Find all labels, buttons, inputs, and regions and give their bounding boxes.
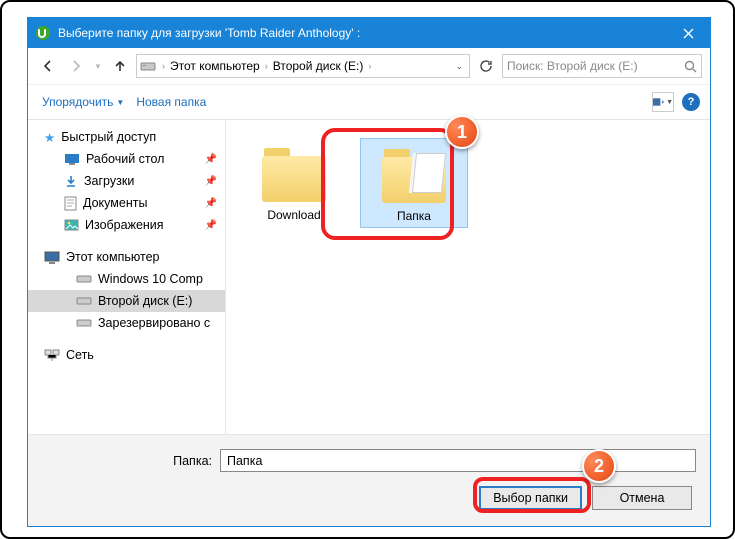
dialog-window: Выберите папку для загрузки 'Tomb Raider… bbox=[27, 17, 711, 527]
tree-documents[interactable]: Документы 📌 bbox=[28, 192, 225, 214]
chevron-right-icon: › bbox=[159, 61, 168, 71]
outer-frame: Выберите папку для загрузки 'Tomb Raider… bbox=[0, 0, 735, 539]
drive-icon bbox=[139, 57, 157, 75]
tree-quick-access[interactable]: ★ Быстрый доступ bbox=[28, 126, 225, 148]
content-pane[interactable]: Download Папка bbox=[226, 120, 710, 434]
pictures-icon bbox=[64, 219, 79, 231]
folder-label: Download bbox=[240, 206, 348, 226]
folder-item-papka[interactable]: Папка bbox=[360, 138, 468, 228]
organize-button[interactable]: Упорядочить ▼ bbox=[38, 93, 128, 111]
tree-win10[interactable]: Windows 10 Comp bbox=[28, 268, 225, 290]
help-button[interactable]: ? bbox=[682, 93, 700, 111]
folder-label: Папка bbox=[361, 207, 467, 227]
pin-icon: 📌 bbox=[205, 198, 217, 209]
tree-this-pc[interactable]: Этот компьютер bbox=[28, 246, 225, 268]
tree-desktop[interactable]: Рабочий стол 📌 bbox=[28, 148, 225, 170]
footer: Папка: Выбор папки Отмена bbox=[28, 434, 710, 526]
pin-icon: 📌 bbox=[205, 220, 217, 231]
drive-icon bbox=[76, 318, 92, 328]
view-options-button[interactable]: ▼ bbox=[652, 92, 674, 112]
titlebar: Выберите папку для загрузки 'Tomb Raider… bbox=[28, 18, 710, 48]
search-placeholder: Поиск: Второй диск (E:) bbox=[507, 59, 680, 73]
up-button[interactable] bbox=[108, 54, 132, 78]
new-folder-button[interactable]: Новая папка bbox=[132, 93, 210, 111]
utorrent-icon bbox=[35, 25, 51, 41]
breadcrumb[interactable]: › Этот компьютер › Второй диск (E:) › ⌄ bbox=[136, 54, 470, 78]
download-icon bbox=[64, 174, 78, 188]
search-input[interactable]: Поиск: Второй диск (E:) bbox=[502, 54, 702, 78]
recent-dropdown[interactable]: ▼ bbox=[92, 54, 104, 78]
nav-tree: ★ Быстрый доступ Рабочий стол 📌 Загрузки… bbox=[28, 120, 226, 434]
chevron-down-icon: ▼ bbox=[116, 98, 124, 107]
back-button[interactable] bbox=[36, 54, 60, 78]
body: ★ Быстрый доступ Рабочий стол 📌 Загрузки… bbox=[28, 120, 710, 434]
close-button[interactable] bbox=[666, 18, 710, 48]
drive-icon bbox=[76, 296, 92, 306]
tree-reserved[interactable]: Зарезервировано с bbox=[28, 312, 225, 334]
folder-icon bbox=[258, 144, 330, 202]
desktop-icon bbox=[64, 153, 80, 165]
chevron-right-icon: › bbox=[262, 61, 271, 71]
network-icon bbox=[44, 349, 60, 362]
folder-item-download[interactable]: Download bbox=[240, 138, 348, 226]
refresh-button[interactable] bbox=[474, 54, 498, 78]
folder-open-icon bbox=[378, 145, 450, 203]
tree-pictures[interactable]: Изображения 📌 bbox=[28, 214, 225, 236]
tree-network[interactable]: Сеть bbox=[28, 344, 225, 366]
star-icon: ★ bbox=[44, 130, 55, 145]
folder-field-label: Папка: bbox=[42, 454, 212, 468]
toolbar: Упорядочить ▼ Новая папка ▼ ? bbox=[28, 84, 710, 120]
window-title: Выберите папку для загрузки 'Tomb Raider… bbox=[58, 26, 666, 40]
forward-button[interactable] bbox=[64, 54, 88, 78]
breadcrumb-root[interactable]: Этот компьютер bbox=[170, 59, 260, 73]
pin-icon: 📌 bbox=[205, 176, 217, 187]
pc-icon bbox=[44, 251, 60, 264]
nav-row: ▼ › Этот компьютер › Второй диск (E:) › … bbox=[28, 48, 710, 84]
tree-downloads[interactable]: Загрузки 📌 bbox=[28, 170, 225, 192]
chevron-right-icon: › bbox=[365, 61, 374, 71]
breadcrumb-dropdown[interactable]: ⌄ bbox=[451, 61, 467, 72]
tree-drive-e[interactable]: Второй диск (E:) bbox=[28, 290, 225, 312]
select-folder-button[interactable]: Выбор папки bbox=[479, 486, 582, 510]
pin-icon: 📌 bbox=[205, 154, 217, 165]
documents-icon bbox=[64, 196, 77, 211]
breadcrumb-drive[interactable]: Второй диск (E:) bbox=[273, 59, 364, 73]
cancel-button[interactable]: Отмена bbox=[592, 486, 692, 510]
folder-input[interactable] bbox=[220, 449, 696, 472]
drive-icon bbox=[76, 274, 92, 284]
search-icon bbox=[684, 60, 697, 73]
